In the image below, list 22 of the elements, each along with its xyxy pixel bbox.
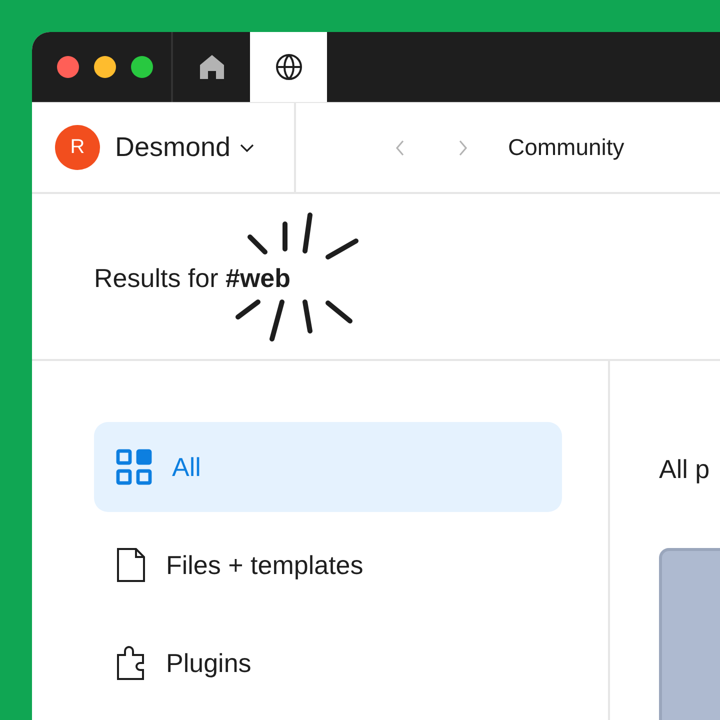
- account-menu[interactable]: R Desmond: [32, 103, 296, 192]
- page-title: Community: [508, 134, 624, 161]
- account-name: Desmond: [115, 132, 231, 163]
- zoom-window-button[interactable]: [131, 56, 153, 78]
- sidebar-label: Files + templates: [166, 550, 364, 580]
- file-icon: [116, 547, 146, 583]
- sidebar-item[interactable]: Files + templates: [94, 520, 562, 610]
- sidebar-item[interactable]: All: [94, 422, 562, 512]
- results-title: Results for #web: [94, 262, 291, 294]
- minimize-window-button[interactable]: [94, 56, 116, 78]
- avatar: R: [55, 125, 100, 170]
- home-icon: [198, 54, 224, 80]
- chevron-down-icon: [240, 144, 254, 152]
- sidebar-label: All: [172, 452, 201, 482]
- close-window-button[interactable]: [57, 56, 79, 78]
- sidebar-item[interactable]: Plugins: [94, 618, 562, 708]
- globe-icon: [274, 53, 302, 81]
- sidebar-label: Plugins: [166, 648, 252, 678]
- globe-tab[interactable]: [250, 32, 327, 102]
- puzzle-icon: [116, 645, 146, 681]
- grid-icon: [116, 449, 152, 485]
- section-heading: All p: [659, 454, 711, 485]
